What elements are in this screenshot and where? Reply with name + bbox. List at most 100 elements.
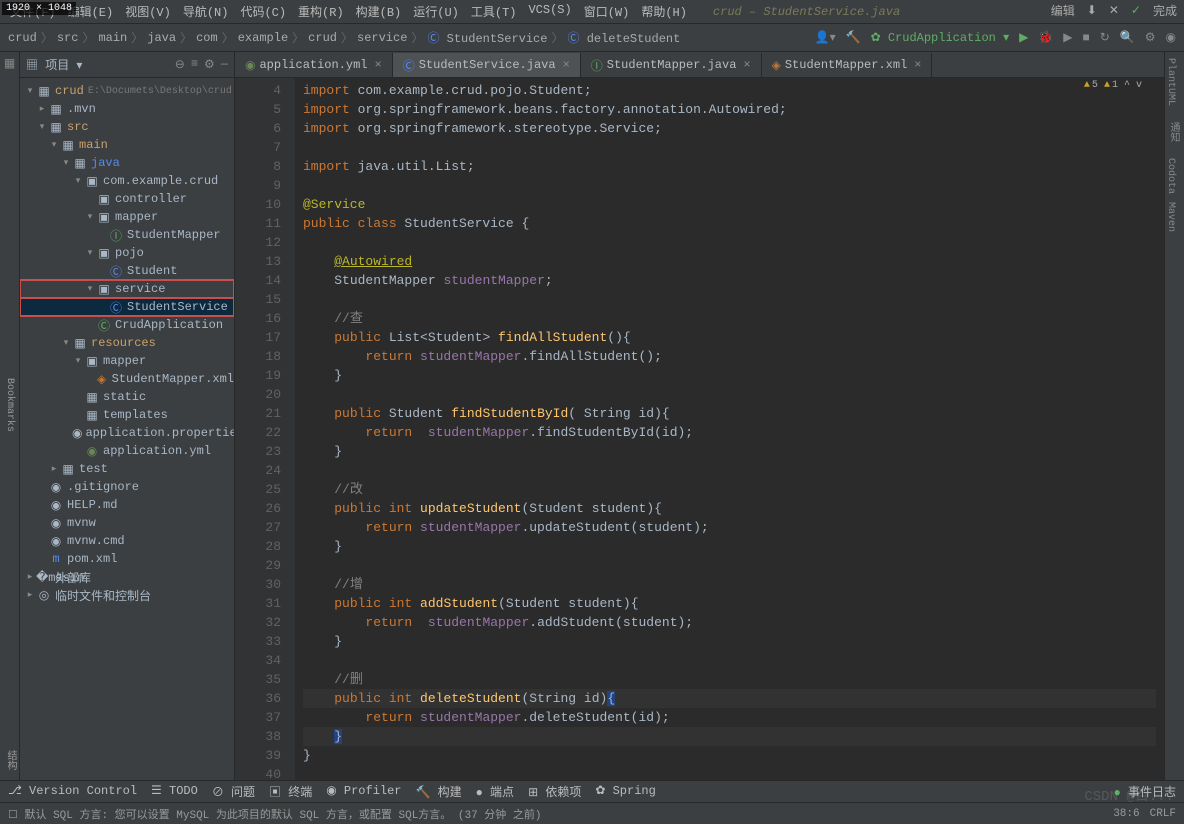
- line-gutter[interactable]: 4567891011121314151617181920212223242526…: [235, 78, 295, 780]
- tree-row[interactable]: ▾▣pojo: [20, 244, 234, 262]
- menu-item[interactable]: 导航(N): [177, 1, 235, 22]
- tree-row[interactable]: ▾▦java: [20, 154, 234, 172]
- tree-row[interactable]: ▾▣mapper: [20, 208, 234, 226]
- tree-row[interactable]: ▾▦main: [20, 136, 234, 154]
- breadcrumb-item[interactable]: Ⓒ deleteStudent: [567, 29, 680, 46]
- done-label[interactable]: 完成: [1150, 2, 1180, 19]
- settings-icon[interactable]: ⚙: [1145, 30, 1156, 45]
- bottom-tool-button[interactable]: 🔨 构建: [416, 783, 462, 800]
- maven-tool[interactable]: Maven: [1165, 202, 1176, 232]
- tree-row[interactable]: ▸◎临时文件和控制台: [20, 586, 234, 604]
- tree-row[interactable]: ⒾStudentMapper: [20, 226, 234, 244]
- tree-row[interactable]: ◉application.properties: [20, 424, 234, 442]
- breadcrumb-item[interactable]: crud: [8, 31, 37, 45]
- editor-tabs: ◉application.yml×ⒸStudentService.java×ⒾS…: [235, 52, 1164, 78]
- breadcrumb-item[interactable]: com: [196, 31, 218, 45]
- bottom-tool-button[interactable]: ⊘ 问题: [212, 783, 255, 800]
- editor-tab[interactable]: ⒸStudentService.java×: [393, 53, 581, 77]
- bottom-tool-button[interactable]: ◉ Profiler: [326, 783, 401, 800]
- tree-row[interactable]: ▾▦crudE:\Documets\Desktop\crud: [20, 82, 234, 100]
- avatar-icon[interactable]: ◉: [1166, 30, 1176, 45]
- run-icon[interactable]: ▶: [1019, 30, 1028, 45]
- breadcrumb-item[interactable]: java: [147, 31, 176, 45]
- breadcrumb-item[interactable]: example: [238, 31, 288, 45]
- bottom-tool-button[interactable]: ● 端点: [476, 783, 514, 800]
- bottom-tool-button[interactable]: ⊞ 依赖项: [528, 783, 581, 800]
- download-icon[interactable]: ⬇: [1084, 3, 1100, 18]
- bottom-tool-button[interactable]: ☰ TODO: [151, 783, 198, 800]
- tree-row[interactable]: ▾▦src: [20, 118, 234, 136]
- tree-row[interactable]: ▾▣mapper: [20, 352, 234, 370]
- menu-item[interactable]: 重构(R): [292, 1, 350, 22]
- sidebar-header: ▦ 项目 ▾ ⊖ ≡ ⚙ —: [20, 52, 234, 78]
- breadcrumb-item[interactable]: Ⓒ StudentService: [427, 29, 547, 46]
- tree-row[interactable]: ▸▦.mvn: [20, 100, 234, 118]
- project-tree[interactable]: ▾▦crudE:\Documets\Desktop\crud▸▦.mvn▾▦sr…: [20, 78, 234, 780]
- check-icon[interactable]: ✓: [1128, 3, 1144, 18]
- search-icon[interactable]: 🔍: [1120, 30, 1135, 45]
- project-tool-icon[interactable]: ▦: [4, 56, 15, 71]
- build-icon[interactable]: 🔨: [846, 30, 861, 45]
- tree-row[interactable]: ▾▦resources: [20, 334, 234, 352]
- breadcrumb: crud〉src〉main〉java〉com〉example〉crud〉serv…: [8, 29, 680, 46]
- tree-row[interactable]: ▾▣com.example.crud: [20, 172, 234, 190]
- collapse-icon[interactable]: ⊖: [175, 57, 185, 72]
- tree-row[interactable]: mpom.xml: [20, 550, 234, 568]
- tree-row[interactable]: ▸▦test: [20, 460, 234, 478]
- menu-item[interactable]: 窗口(W): [578, 1, 636, 22]
- tree-row[interactable]: ▾▣service: [20, 280, 234, 298]
- menu-item[interactable]: 工具(T): [465, 1, 523, 22]
- codota-tool[interactable]: Codota: [1165, 158, 1176, 194]
- breadcrumb-item[interactable]: src: [57, 31, 79, 45]
- tree-row[interactable]: ◈StudentMapper.xml: [20, 370, 234, 388]
- breadcrumb-item[interactable]: main: [98, 31, 127, 45]
- editor-tab[interactable]: ◉application.yml×: [235, 53, 393, 77]
- edit-label[interactable]: 编辑: [1048, 2, 1078, 19]
- menu-item[interactable]: 视图(V): [119, 1, 177, 22]
- tree-row[interactable]: ▸�masın外部库: [20, 568, 234, 586]
- tree-row[interactable]: ◉mvnw: [20, 514, 234, 532]
- run-config-selector[interactable]: ✿ CrudApplication ▾: [871, 30, 1010, 45]
- right-tool-strip: PlantUML 通知 Codota Maven: [1164, 52, 1184, 780]
- tree-row[interactable]: ◉HELP.md: [20, 496, 234, 514]
- breadcrumb-item[interactable]: crud: [308, 31, 337, 45]
- bottom-tool-button[interactable]: ✿ Spring: [595, 783, 655, 800]
- menu-item[interactable]: 构建(B): [350, 1, 408, 22]
- code-editor[interactable]: import com.example.crud.pojo.Student;imp…: [295, 78, 1164, 780]
- close-icon[interactable]: ✕: [1106, 3, 1122, 18]
- bottom-tool-button[interactable]: ▣ 终端: [269, 783, 312, 800]
- editor-tab[interactable]: ◈StudentMapper.xml×: [762, 53, 933, 77]
- menu-item[interactable]: 运行(U): [407, 1, 465, 22]
- structure-label[interactable]: 结构: [2, 750, 17, 770]
- bookmarks-label[interactable]: Bookmarks: [4, 378, 15, 432]
- stop-icon[interactable]: ■: [1083, 31, 1090, 45]
- tree-row[interactable]: ◉application.yml: [20, 442, 234, 460]
- menu-item[interactable]: 帮助(H): [635, 1, 693, 22]
- tree-row[interactable]: ◉.gitignore: [20, 478, 234, 496]
- editor-tab[interactable]: ⒾStudentMapper.java×: [581, 53, 762, 77]
- tree-row[interactable]: ▦templates: [20, 406, 234, 424]
- plantuml-tool[interactable]: PlantUML: [1165, 58, 1176, 106]
- tree-row[interactable]: ⒸStudent: [20, 262, 234, 280]
- status-bar: ☐ 默认 SQL 方言: 您可以设置 MySQL 为此项目的默认 SQL 方言，…: [0, 802, 1184, 824]
- tree-row[interactable]: ⒸCrudApplication: [20, 316, 234, 334]
- tree-row[interactable]: ▣controller: [20, 190, 234, 208]
- breadcrumb-item[interactable]: service: [357, 31, 407, 45]
- bottom-tool-button[interactable]: ⎇ Version Control: [8, 783, 137, 800]
- more-run-icon[interactable]: ▶: [1063, 30, 1072, 45]
- project-selector[interactable]: ▦ 项目 ▾: [26, 59, 82, 73]
- hide-icon[interactable]: —: [221, 57, 228, 72]
- tree-settings-icon[interactable]: ⚙: [204, 57, 215, 72]
- user-icon[interactable]: 👤▾: [815, 30, 836, 45]
- line-sep[interactable]: CRLF: [1150, 808, 1176, 820]
- notifications-tool[interactable]: 通知: [1165, 122, 1180, 142]
- tree-row[interactable]: ◉mvnw.cmd: [20, 532, 234, 550]
- editor-area: ◉application.yml×ⒸStudentService.java×ⒾS…: [235, 52, 1164, 780]
- expand-icon[interactable]: ≡: [191, 57, 198, 72]
- tree-row[interactable]: ⒸStudentService: [20, 298, 234, 316]
- update-icon[interactable]: ↻: [1100, 30, 1110, 45]
- menu-item[interactable]: 代码(C): [234, 1, 292, 22]
- debug-icon[interactable]: 🐞: [1038, 30, 1053, 45]
- menu-item[interactable]: VCS(S): [522, 1, 577, 22]
- tree-row[interactable]: ▦static: [20, 388, 234, 406]
